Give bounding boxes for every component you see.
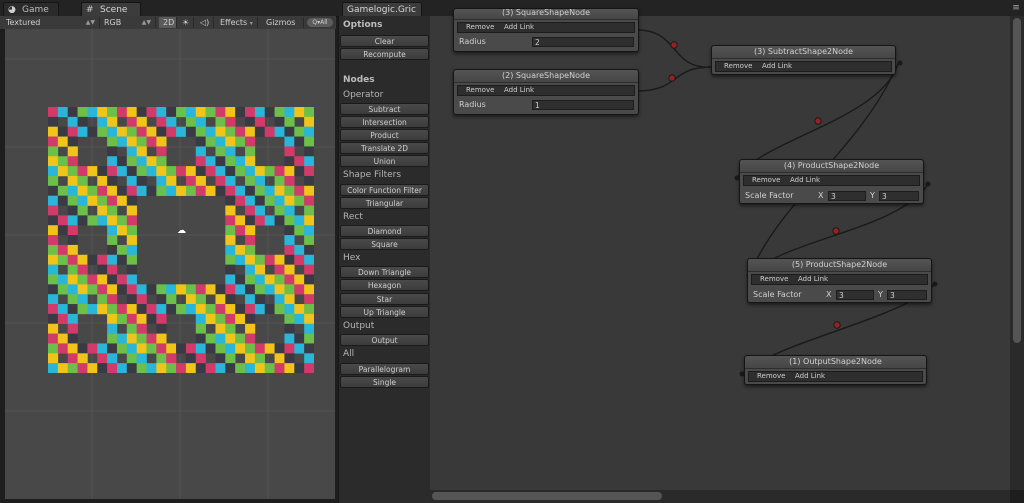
radius-label: Radius — [459, 100, 486, 109]
scale-y-field[interactable]: 3 — [879, 191, 919, 201]
add-link-button[interactable]: Add Link — [762, 62, 792, 71]
output-shape-node-1[interactable]: (1) OutputShape2Node Remove Add Link — [744, 355, 927, 385]
scale-x-field[interactable]: 3 — [828, 191, 866, 201]
x-label: X — [826, 290, 832, 299]
product-shape-node-4[interactable]: (4) ProductShape2Node Remove Add Link Sc… — [739, 159, 924, 204]
scale-x-field[interactable]: 3 — [836, 290, 874, 300]
remove-button[interactable]: Remove — [752, 176, 780, 185]
remove-button[interactable]: Remove — [757, 372, 785, 381]
node-title: (2) SquareShapeNode — [454, 70, 638, 83]
y-label: Y — [878, 290, 883, 299]
scale-factor-label: Scale Factor — [753, 290, 802, 299]
remove-button[interactable]: Remove — [466, 23, 494, 32]
radius-label: Radius — [459, 37, 486, 46]
remove-button[interactable]: Remove — [724, 62, 752, 71]
node-title: (5) ProductShape2Node — [748, 259, 931, 272]
remove-button[interactable]: Remove — [760, 275, 788, 284]
node-title: (3) SubtractShape2Node — [712, 46, 895, 59]
product-shape-node-5[interactable]: (5) ProductShape2Node Remove Add Link Sc… — [747, 258, 932, 303]
subtract-shape-node-3[interactable]: (3) SubtractShape2Node Remove Add Link — [711, 45, 896, 75]
node-title: (1) OutputShape2Node — [745, 356, 926, 369]
node-title: (3) SquareShapeNode — [454, 9, 638, 20]
add-link-button[interactable]: Add Link — [790, 176, 820, 185]
radius-field[interactable]: 1 — [532, 100, 634, 110]
remove-button[interactable]: Remove — [466, 86, 494, 95]
add-link-button[interactable]: Add Link — [795, 372, 825, 381]
square-shape-node-2[interactable]: (2) SquareShapeNode Remove Add Link Radi… — [453, 69, 639, 115]
add-link-button[interactable]: Add Link — [798, 275, 828, 284]
square-shape-node-top[interactable]: (3) SquareShapeNode Remove Add Link Radi… — [453, 8, 639, 52]
horizontal-scroll-thumb[interactable] — [432, 492, 662, 500]
scale-y-field[interactable]: 3 — [887, 290, 927, 300]
add-link-button[interactable]: Add Link — [504, 86, 534, 95]
radius-field[interactable]: 2 — [532, 37, 634, 47]
node-title: (4) ProductShape2Node — [740, 160, 923, 173]
vertical-scroll-thumb[interactable] — [1013, 18, 1021, 343]
scale-factor-label: Scale Factor — [745, 191, 794, 200]
y-label: Y — [870, 191, 875, 200]
x-label: X — [818, 191, 824, 200]
add-link-button[interactable]: Add Link — [504, 23, 534, 32]
